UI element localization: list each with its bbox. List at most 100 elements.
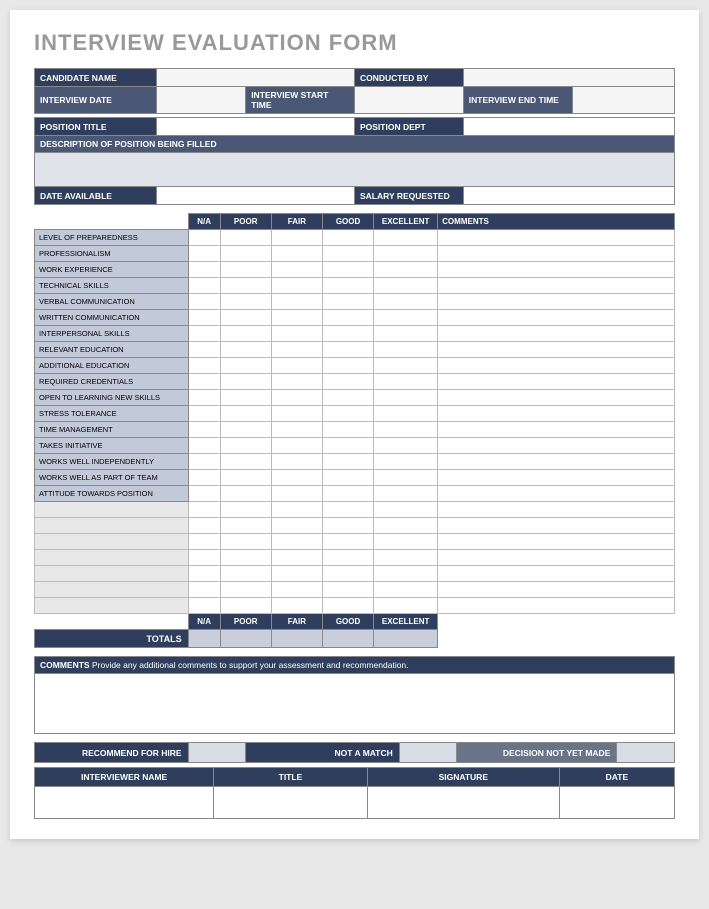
eval-comment[interactable] xyxy=(438,326,675,342)
eval-comment[interactable] xyxy=(438,534,675,550)
eval-fair[interactable] xyxy=(271,358,322,374)
eval-comment[interactable] xyxy=(438,294,675,310)
eval-excellent[interactable] xyxy=(374,486,438,502)
eval-poor[interactable] xyxy=(220,470,271,486)
eval-good[interactable] xyxy=(322,390,373,406)
eval-poor[interactable] xyxy=(220,390,271,406)
eval-fair[interactable] xyxy=(271,262,322,278)
eval-good[interactable] xyxy=(322,262,373,278)
eval-fair[interactable] xyxy=(271,470,322,486)
eval-na[interactable] xyxy=(188,406,220,422)
eval-excellent[interactable] xyxy=(374,582,438,598)
candidate-name-field[interactable] xyxy=(156,69,354,87)
eval-good[interactable] xyxy=(322,486,373,502)
eval-excellent[interactable] xyxy=(374,342,438,358)
eval-good[interactable] xyxy=(322,230,373,246)
eval-poor[interactable] xyxy=(220,518,271,534)
eval-comment[interactable] xyxy=(438,438,675,454)
eval-comment[interactable] xyxy=(438,486,675,502)
eval-na[interactable] xyxy=(188,534,220,550)
eval-comment[interactable] xyxy=(438,598,675,614)
eval-fair[interactable] xyxy=(271,598,322,614)
eval-na[interactable] xyxy=(188,262,220,278)
eval-good[interactable] xyxy=(322,502,373,518)
eval-poor[interactable] xyxy=(220,246,271,262)
eval-good[interactable] xyxy=(322,246,373,262)
eval-fair[interactable] xyxy=(271,278,322,294)
eval-excellent[interactable] xyxy=(374,566,438,582)
eval-comment[interactable] xyxy=(438,566,675,582)
eval-comment[interactable] xyxy=(438,422,675,438)
eval-excellent[interactable] xyxy=(374,550,438,566)
position-dept-field[interactable] xyxy=(463,118,674,136)
eval-na[interactable] xyxy=(188,454,220,470)
eval-comment[interactable] xyxy=(438,502,675,518)
eval-excellent[interactable] xyxy=(374,294,438,310)
eval-na[interactable] xyxy=(188,230,220,246)
eval-na[interactable] xyxy=(188,278,220,294)
eval-na[interactable] xyxy=(188,422,220,438)
eval-na[interactable] xyxy=(188,470,220,486)
totals-good[interactable] xyxy=(322,630,373,648)
eval-excellent[interactable] xyxy=(374,598,438,614)
eval-good[interactable] xyxy=(322,374,373,390)
eval-good[interactable] xyxy=(322,582,373,598)
eval-comment[interactable] xyxy=(438,278,675,294)
eval-poor[interactable] xyxy=(220,454,271,470)
eval-good[interactable] xyxy=(322,550,373,566)
totals-excellent[interactable] xyxy=(374,630,438,648)
comments-field[interactable] xyxy=(35,674,675,734)
eval-excellent[interactable] xyxy=(374,246,438,262)
eval-comment[interactable] xyxy=(438,406,675,422)
eval-good[interactable] xyxy=(322,454,373,470)
eval-na[interactable] xyxy=(188,566,220,582)
eval-na[interactable] xyxy=(188,358,220,374)
eval-poor[interactable] xyxy=(220,374,271,390)
eval-poor[interactable] xyxy=(220,230,271,246)
conducted-by-field[interactable] xyxy=(463,69,674,87)
eval-fair[interactable] xyxy=(271,422,322,438)
date-available-field[interactable] xyxy=(156,187,354,205)
eval-comment[interactable] xyxy=(438,470,675,486)
eval-na[interactable] xyxy=(188,550,220,566)
eval-good[interactable] xyxy=(322,294,373,310)
eval-good[interactable] xyxy=(322,438,373,454)
eval-comment[interactable] xyxy=(438,246,675,262)
eval-poor[interactable] xyxy=(220,326,271,342)
start-time-field[interactable] xyxy=(354,87,463,114)
eval-good[interactable] xyxy=(322,598,373,614)
eval-na[interactable] xyxy=(188,486,220,502)
eval-poor[interactable] xyxy=(220,262,271,278)
eval-comment[interactable] xyxy=(438,342,675,358)
description-field[interactable] xyxy=(35,153,675,187)
eval-fair[interactable] xyxy=(271,454,322,470)
eval-na[interactable] xyxy=(188,310,220,326)
eval-na[interactable] xyxy=(188,294,220,310)
not-match-field[interactable] xyxy=(399,743,457,763)
eval-fair[interactable] xyxy=(271,534,322,550)
not-decided-field[interactable] xyxy=(617,743,675,763)
eval-poor[interactable] xyxy=(220,406,271,422)
eval-poor[interactable] xyxy=(220,310,271,326)
eval-fair[interactable] xyxy=(271,230,322,246)
eval-excellent[interactable] xyxy=(374,518,438,534)
eval-poor[interactable] xyxy=(220,342,271,358)
end-time-field[interactable] xyxy=(572,87,674,114)
totals-poor[interactable] xyxy=(220,630,271,648)
eval-fair[interactable] xyxy=(271,486,322,502)
eval-fair[interactable] xyxy=(271,342,322,358)
eval-excellent[interactable] xyxy=(374,470,438,486)
eval-na[interactable] xyxy=(188,438,220,454)
eval-excellent[interactable] xyxy=(374,438,438,454)
eval-poor[interactable] xyxy=(220,294,271,310)
eval-excellent[interactable] xyxy=(374,390,438,406)
eval-comment[interactable] xyxy=(438,230,675,246)
totals-na[interactable] xyxy=(188,630,220,648)
interviewer-field[interactable] xyxy=(35,787,214,819)
eval-good[interactable] xyxy=(322,310,373,326)
eval-good[interactable] xyxy=(322,326,373,342)
eval-poor[interactable] xyxy=(220,598,271,614)
eval-excellent[interactable] xyxy=(374,310,438,326)
eval-comment[interactable] xyxy=(438,390,675,406)
totals-fair[interactable] xyxy=(271,630,322,648)
